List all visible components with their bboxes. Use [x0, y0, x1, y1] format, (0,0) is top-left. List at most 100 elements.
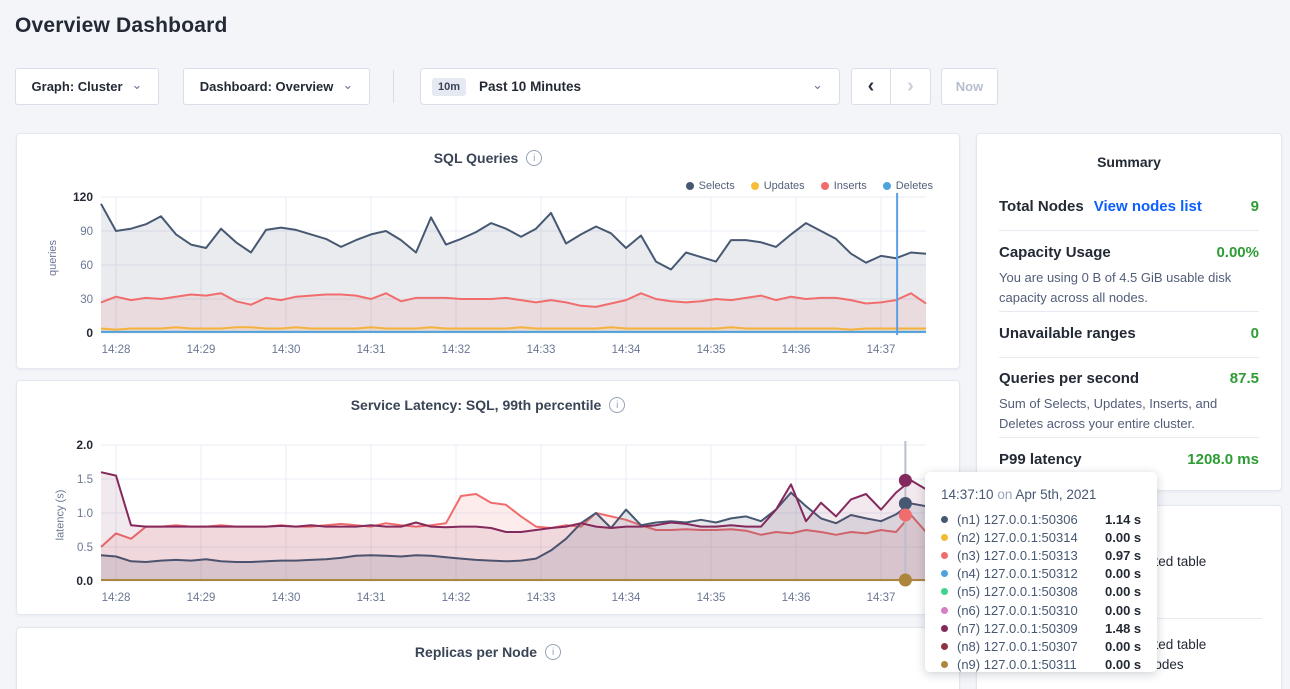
y-tick-label: 60: [80, 260, 93, 272]
legend-dot: [821, 182, 829, 190]
time-forward-button[interactable]: ›: [891, 68, 931, 105]
chevron-left-icon: ‹: [868, 75, 875, 98]
summary-row-unavailable: Unavailable ranges 0: [999, 325, 1259, 342]
summary-divider: [999, 311, 1259, 312]
x-tick-label: 14:30: [272, 592, 301, 604]
chevron-down-icon: ⌄: [342, 81, 353, 89]
info-icon[interactable]: i: [545, 644, 561, 660]
tooltip-node-row: (n8) 127.0.0.1:503070.00 s: [941, 637, 1143, 655]
summary-row-p99: P99 latency 1208.0 ms: [999, 451, 1259, 468]
tooltip-node-row: (n4) 127.0.0.1:503120.00 s: [941, 565, 1143, 583]
p99-latency-label: P99 latency: [999, 451, 1082, 468]
y-tick-label: 120: [73, 191, 93, 204]
x-tick-label: 14:36: [782, 344, 811, 356]
summary-row-total-nodes: Total Nodes View nodes list 9: [999, 198, 1259, 215]
node-address: (n5) 127.0.0.1:50308: [957, 584, 1105, 599]
time-range-label: Past 10 Minutes: [479, 79, 581, 94]
hover-point-dot: [899, 573, 912, 586]
hover-point-dot: [899, 497, 912, 510]
x-tick-label: 14:35: [697, 592, 726, 604]
chart-title-service-latency: Service Latency: SQL, 99th percentile: [351, 397, 602, 413]
node-address: (n3) 127.0.0.1:50313: [957, 548, 1105, 563]
x-tick-label: 14:34: [612, 344, 641, 356]
tooltip-node-row: (n9) 127.0.0.1:503110.00 s: [941, 656, 1143, 674]
y-tick-label: 90: [80, 226, 93, 238]
tooltip-node-row: (n3) 127.0.0.1:503130.97 s: [941, 546, 1143, 564]
node-address: (n2) 127.0.0.1:50314: [957, 530, 1105, 545]
summary-title: Summary: [977, 154, 1281, 170]
unavailable-ranges-label: Unavailable ranges: [999, 325, 1136, 342]
service-latency-card: Service Latency: SQL, 99th percentile i …: [16, 380, 960, 615]
capacity-value: 0.00%: [1216, 244, 1259, 261]
tooltip-timestamp: 14:37:10 on Apr 5th, 2021: [941, 487, 1143, 502]
x-tick-label: 14:31: [357, 344, 386, 356]
y-tick-label: 0.5: [77, 542, 93, 554]
series-color-dot: [941, 607, 948, 614]
series-color-dot: [941, 570, 948, 577]
y-tick-label: 30: [80, 294, 93, 306]
chart-title-sql-queries: SQL Queries: [434, 150, 519, 166]
dashboard-label: Dashboard: Overview: [200, 79, 334, 94]
tooltip-node-row: (n7) 127.0.0.1:503091.48 s: [941, 619, 1143, 637]
x-tick-label: 14:33: [527, 344, 556, 356]
unavailable-ranges-value: 0: [1251, 325, 1259, 342]
x-tick-label: 14:28: [102, 592, 131, 604]
x-tick-label: 14:35: [697, 344, 726, 356]
time-range-dropdown[interactable]: 10m Past 10 Minutes ⌄: [420, 68, 840, 105]
node-latency-value: 0.00 s: [1105, 530, 1141, 545]
graph-scope-dropdown[interactable]: Graph: Cluster ⌄: [15, 68, 159, 105]
x-tick-label: 14:30: [272, 344, 301, 356]
time-range-badge: 10m: [432, 78, 466, 96]
series-color-dot: [941, 588, 948, 595]
overview-dashboard-page: Overview Dashboard Graph: Cluster ⌄ Dash…: [0, 0, 1290, 689]
node-latency-value: 0.00 s: [1105, 639, 1141, 654]
summary-row-qps: Queries per second 87.5 Sum of Selects, …: [999, 370, 1259, 434]
series-color-dot: [941, 625, 948, 632]
graph-scope-label: Graph: Cluster: [32, 79, 123, 94]
p99-latency-value: 1208.0 ms: [1187, 451, 1259, 468]
info-icon[interactable]: i: [526, 150, 542, 166]
dashboard-dropdown[interactable]: Dashboard: Overview ⌄: [183, 68, 370, 105]
x-tick-label: 14:29: [187, 592, 216, 604]
x-tick-label: 14:34: [612, 592, 641, 604]
legend-dot: [751, 182, 759, 190]
capacity-description: You are using 0 B of 4.5 GiB usable disk…: [999, 268, 1259, 308]
info-icon[interactable]: i: [609, 397, 625, 413]
series-color-dot: [941, 552, 948, 559]
now-button[interactable]: Now: [941, 68, 998, 105]
tooltip-node-row: (n6) 127.0.0.1:503100.00 s: [941, 601, 1143, 619]
series-color-dot: [941, 534, 948, 541]
service-latency-chart[interactable]: 0.00.51.01.52.014:2814:2914:3014:3114:32…: [43, 439, 943, 611]
node-address: (n6) 127.0.0.1:50310: [957, 603, 1105, 618]
page-title: Overview Dashboard: [15, 14, 228, 38]
sql-queries-chart[interactable]: 030609012014:2814:2914:3014:3114:3214:33…: [43, 191, 943, 363]
view-nodes-list-link[interactable]: View nodes list: [1094, 198, 1202, 215]
qps-description: Sum of Selects, Updates, Inserts, and De…: [999, 394, 1259, 434]
qps-label: Queries per second: [999, 370, 1139, 387]
capacity-label: Capacity Usage: [999, 244, 1111, 261]
x-tick-label: 14:32: [442, 344, 471, 356]
summary-row-capacity: Capacity Usage 0.00% You are using 0 B o…: [999, 244, 1259, 308]
node-address: (n7) 127.0.0.1:50309: [957, 621, 1105, 636]
y-tick-label: 2.0: [76, 439, 93, 452]
node-latency-value: 0.00 s: [1105, 566, 1141, 581]
x-tick-label: 14:29: [187, 344, 216, 356]
tooltip-node-row: (n5) 127.0.0.1:503080.00 s: [941, 583, 1143, 601]
y-tick-label: 0: [86, 326, 93, 340]
node-latency-value: 1.14 s: [1105, 512, 1141, 527]
summary-panel: Summary Total Nodes View nodes list 9 Ca…: [976, 133, 1282, 491]
hover-point-dot: [899, 474, 912, 487]
summary-divider: [999, 357, 1259, 358]
total-nodes-label: Total Nodes: [999, 198, 1084, 215]
time-back-button[interactable]: ‹: [851, 68, 891, 105]
node-address: (n8) 127.0.0.1:50307: [957, 639, 1105, 654]
series-color-dot: [941, 643, 948, 650]
sql-queries-card: SQL Queries i SelectsUpdatesInsertsDelet…: [16, 133, 960, 369]
total-nodes-value: 9: [1251, 198, 1259, 215]
chart-hover-tooltip: 14:37:10 on Apr 5th, 2021 (n1) 127.0.0.1…: [925, 472, 1157, 672]
x-tick-label: 14:36: [782, 592, 811, 604]
qps-value: 87.5: [1230, 370, 1259, 387]
x-tick-label: 14:37: [867, 344, 896, 356]
series-color-dot: [941, 516, 948, 523]
node-address: (n9) 127.0.0.1:50311: [957, 657, 1105, 672]
